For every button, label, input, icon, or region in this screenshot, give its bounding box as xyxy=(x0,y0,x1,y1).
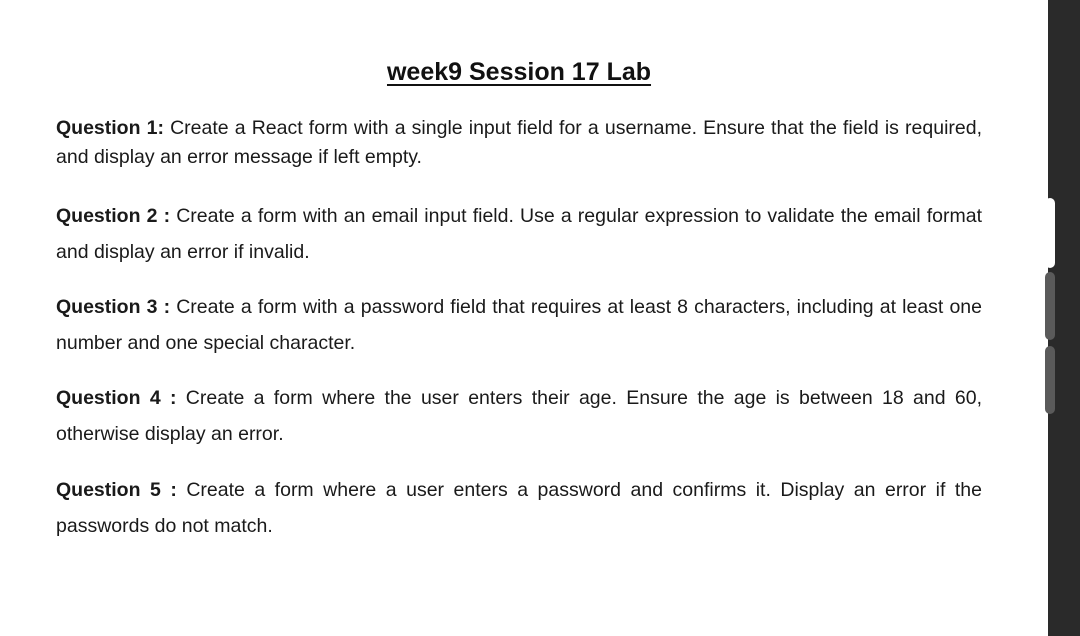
question-2-text: Create a form with an email input field.… xyxy=(56,205,982,263)
panel-handle-active[interactable] xyxy=(1045,198,1055,268)
question-3-label: Question 3 : xyxy=(56,296,171,318)
question-2: Question 2 : Create a form with an email… xyxy=(56,198,982,270)
question-1-label: Question 1: xyxy=(56,117,164,139)
question-2-label: Question 2 : xyxy=(56,205,171,227)
document-title: week9 Session 17 Lab xyxy=(386,58,652,86)
question-4-label: Question 4 : xyxy=(56,387,177,409)
question-5-label: Question 5 : xyxy=(56,479,177,501)
document-page: week9 Session 17 Lab Question 1: Create … xyxy=(0,0,1048,636)
question-5-text: Create a form where a user enters a pass… xyxy=(56,479,982,537)
question-1: Question 1: Create a React form with a s… xyxy=(56,114,982,172)
question-1-text: Create a React form with a single input … xyxy=(56,117,982,168)
question-5: Question 5 : Create a form where a user … xyxy=(56,472,982,544)
panel-handle[interactable] xyxy=(1045,346,1055,414)
panel-handle[interactable] xyxy=(1045,272,1055,340)
question-3-text: Create a form with a password field that… xyxy=(56,296,982,354)
question-3: Question 3 : Create a form with a passwo… xyxy=(56,289,982,361)
question-4: Question 4 : Create a form where the use… xyxy=(56,380,982,452)
question-4-text: Create a form where the user enters thei… xyxy=(56,387,982,445)
